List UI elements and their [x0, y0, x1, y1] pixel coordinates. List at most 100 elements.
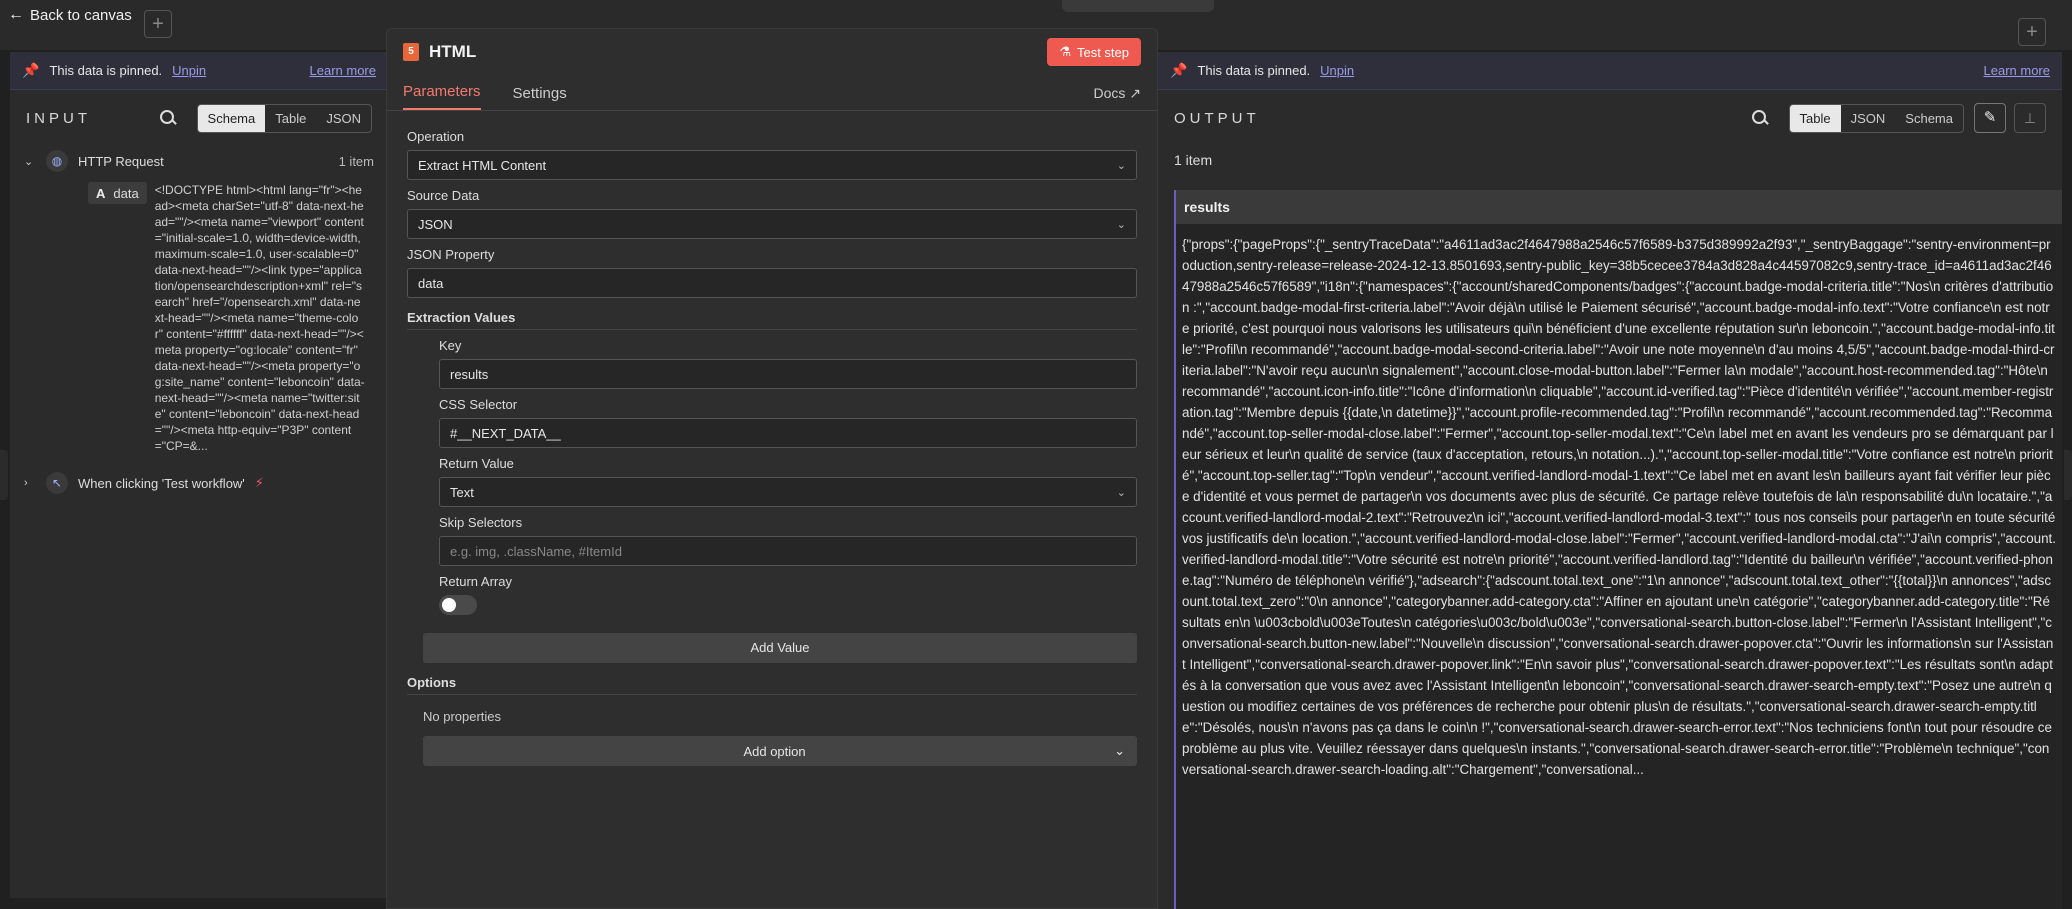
- output-view-table[interactable]: Table: [1789, 104, 1841, 132]
- tab-settings[interactable]: Settings: [513, 85, 567, 110]
- return-value-label: Return Value: [439, 456, 514, 471]
- schema-field-row: A data <!DOCTYPE html><html lang="fr"><h…: [10, 176, 388, 454]
- pin-icon: 📌: [1170, 62, 1188, 78]
- add-value-button[interactable]: Add Value: [423, 633, 1137, 663]
- output-view-schema[interactable]: Schema: [1895, 105, 1963, 132]
- output-panel: 📌 This data is pinned. Unpin Learn more …: [1158, 52, 2062, 909]
- add-option-button[interactable]: Add option ⌄: [423, 736, 1137, 766]
- field-value: <!DOCTYPE html><html lang="fr"><head><me…: [154, 183, 365, 453]
- return-array-toggle[interactable]: [439, 595, 477, 615]
- add-node-right-plus-icon[interactable]: +: [2018, 18, 2046, 46]
- search-icon[interactable]: [157, 107, 179, 129]
- pinned-text: This data is pinned.: [49, 63, 163, 78]
- chevron-down-icon: ⌄: [1116, 218, 1126, 231]
- lightning-icon: ⚡: [254, 475, 264, 490]
- input-view-table[interactable]: Table: [265, 105, 316, 132]
- skip-selectors-input[interactable]: e.g. img, .className, #ItemId: [439, 536, 1137, 566]
- pin-icon: 📌: [22, 62, 40, 78]
- add-option-label: Add option: [743, 743, 806, 759]
- test-step-button[interactable]: ⚗ Test step: [1047, 38, 1141, 66]
- css-selector-input[interactable]: #__NEXT_DATA__: [439, 418, 1137, 448]
- docs-link[interactable]: Docs ↗: [1093, 85, 1141, 110]
- json-property-value: data: [418, 275, 444, 291]
- output-header: OUTPUT Table JSON Schema ✎ ⊥: [1158, 90, 2062, 146]
- key-input[interactable]: results: [439, 359, 1137, 389]
- json-property-input[interactable]: data: [407, 268, 1137, 298]
- pencil-icon[interactable]: ✎: [1974, 103, 2006, 133]
- cursor-icon: ↖: [46, 472, 68, 494]
- source-data-label: Source Data: [407, 188, 480, 203]
- extraction-values-group: Key results CSS Selector #__NEXT_DATA__ …: [407, 338, 1137, 615]
- docs-label: Docs: [1093, 85, 1126, 101]
- return-array-label: Return Array: [439, 574, 512, 589]
- source-data-value: JSON: [418, 216, 453, 232]
- pin-toggle-icon[interactable]: ⊥: [2014, 103, 2046, 133]
- css-selector-label: CSS Selector: [439, 397, 518, 412]
- input-view-switch: Schema Table JSON: [196, 103, 372, 133]
- node-name: HTTP Request: [78, 153, 164, 169]
- tab-parameters[interactable]: Parameters: [403, 83, 481, 110]
- output-pinned-text: This data is pinned.: [1197, 63, 1311, 78]
- operation-select[interactable]: Extract HTML Content ⌄: [407, 150, 1137, 180]
- output-pinned-banner: 📌 This data is pinned. Unpin Learn more: [1158, 52, 2062, 90]
- input-panel: 📌 This data is pinned. Unpin Learn more …: [10, 52, 388, 898]
- parameters-form: Operation Extract HTML Content ⌄ Source …: [387, 111, 1157, 766]
- unpin-link[interactable]: Unpin: [172, 63, 206, 78]
- field-chip[interactable]: A data: [88, 182, 147, 204]
- right-edge-handle[interactable]: [2064, 450, 2072, 500]
- flask-icon: ⚗: [1059, 44, 1071, 59]
- results-column-header: results: [1176, 190, 2062, 224]
- input-header: INPUT Schema Table JSON: [10, 90, 388, 146]
- key-value: results: [450, 366, 489, 382]
- globe-icon: ◍: [46, 150, 68, 172]
- operation-value: Extract HTML Content: [418, 157, 547, 173]
- http-request-node-row[interactable]: ⌄ ◍ HTTP Request 1 item: [10, 146, 388, 176]
- input-view-schema[interactable]: Schema: [197, 104, 266, 132]
- back-to-canvas-button[interactable]: ← Back to canvas: [8, 6, 132, 24]
- extraction-values-title: Extraction Values: [407, 310, 1137, 330]
- output-learn-more-link[interactable]: Learn more: [1984, 63, 2050, 78]
- chevron-down-icon: ⌄: [1116, 486, 1126, 499]
- output-unpin-link[interactable]: Unpin: [1320, 63, 1354, 78]
- modal-header: 5 HTML ⚗ Test step: [387, 29, 1157, 75]
- pinned-banner: 📌 This data is pinned. Unpin Learn more: [10, 52, 388, 90]
- learn-more-link[interactable]: Learn more: [310, 63, 376, 78]
- options-title: Options: [407, 675, 1137, 695]
- output-item-count: 1 item: [1174, 152, 1213, 168]
- html-node-modal: 5 HTML ⚗ Test step Parameters Settings D…: [386, 28, 1158, 909]
- key-label: Key: [439, 338, 462, 353]
- input-title: INPUT: [26, 109, 91, 127]
- json-property-label: JSON Property: [407, 247, 495, 262]
- return-value-value: Text: [450, 484, 474, 500]
- canvas-top-tabs: [1062, 0, 1214, 12]
- chevron-down-icon[interactable]: ⌄: [24, 155, 36, 168]
- add-node-plus-icon[interactable]: +: [144, 10, 172, 38]
- results-cell[interactable]: {"props":{"pageProps":{"_sentryTraceData…: [1176, 224, 2062, 904]
- external-link-icon: ↗: [1129, 85, 1141, 101]
- operation-label: Operation: [407, 129, 465, 144]
- output-view-switch: Table JSON Schema: [1788, 103, 1964, 133]
- chevron-down-icon: ⌄: [1116, 159, 1126, 172]
- results-table: results {"props":{"pageProps":{"_sentryT…: [1174, 190, 2062, 909]
- input-view-json[interactable]: JSON: [316, 105, 371, 132]
- field-name: data: [113, 185, 139, 201]
- arrow-left-icon: ←: [8, 6, 24, 23]
- no-properties-text: No properties: [423, 709, 502, 724]
- output-title: OUTPUT: [1174, 109, 1260, 127]
- css-selector-value: #__NEXT_DATA__: [450, 425, 561, 441]
- return-value-select[interactable]: Text ⌄: [439, 477, 1137, 507]
- chevron-down-icon: ⌄: [1114, 743, 1125, 758]
- source-data-select[interactable]: JSON ⌄: [407, 209, 1137, 239]
- skip-selectors-label: Skip Selectors: [439, 515, 523, 530]
- string-type-icon: A: [96, 185, 106, 201]
- modal-title[interactable]: HTML: [429, 42, 1047, 62]
- trigger-node-row[interactable]: › ↖ When clicking 'Test workflow' ⚡: [10, 468, 388, 498]
- search-icon[interactable]: [1749, 107, 1771, 129]
- output-view-json[interactable]: JSON: [1841, 105, 1896, 132]
- skip-selectors-placeholder: e.g. img, .className, #ItemId: [450, 543, 622, 559]
- html5-icon: 5: [403, 43, 419, 61]
- chevron-right-icon[interactable]: ›: [24, 477, 36, 489]
- modal-tabs: Parameters Settings Docs ↗: [387, 75, 1157, 111]
- trigger-node-name: When clicking 'Test workflow': [78, 475, 245, 491]
- left-edge-handle[interactable]: [0, 450, 8, 500]
